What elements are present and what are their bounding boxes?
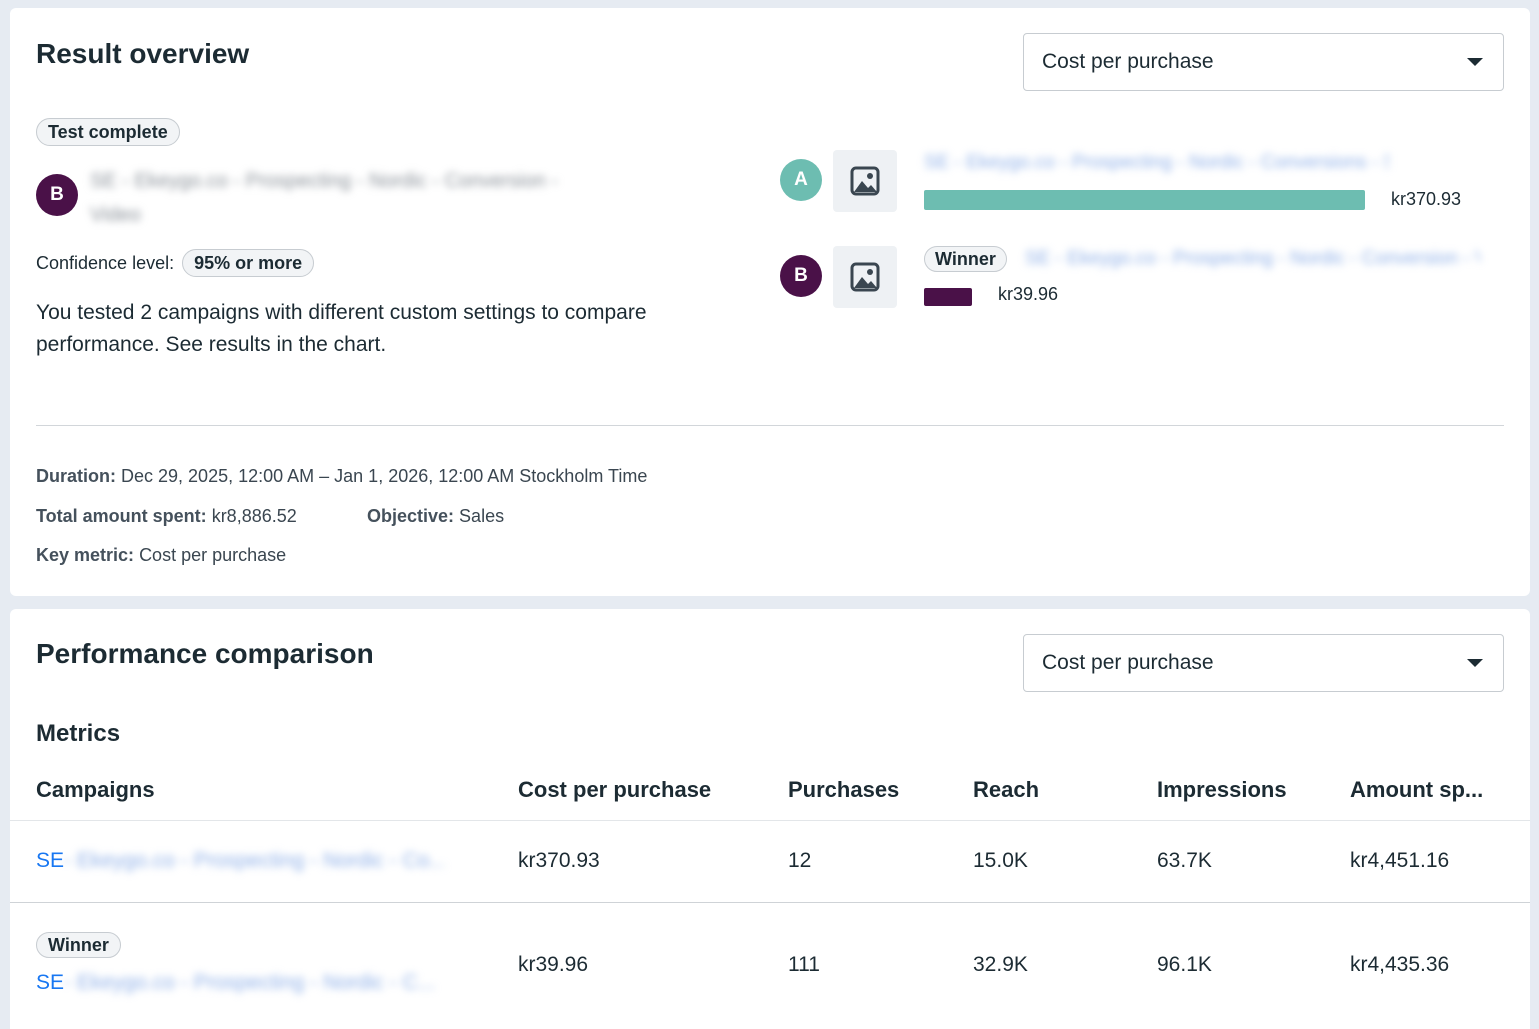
objective-value: Sales	[459, 506, 505, 526]
cost-per-purchase-cell: kr39.96	[518, 953, 589, 976]
campaign-link[interactable]: SE- Ekeygo.co - Prospecting - Nordic - C…	[36, 849, 444, 873]
duration-value: Dec 29, 2025, 12:00 AM – Jan 1, 2026, 12…	[121, 466, 648, 486]
duration-label: Duration:	[36, 466, 116, 486]
row-divider	[10, 902, 1530, 903]
header-divider	[10, 820, 1530, 821]
confidence-label: Confidence level:	[36, 252, 175, 273]
winner-campaign-name: SE - Ekeygo.co - Prospecting - Nordic - …	[90, 170, 558, 226]
result-metric-dropdown[interactable]: Cost per purchase	[1023, 33, 1504, 91]
col-reach[interactable]: Reach	[973, 777, 1039, 803]
reach-cell: 32.9K	[973, 953, 1028, 976]
campaign-avatar-b: B	[780, 255, 822, 297]
chart-value-label: kr370.93	[1391, 189, 1462, 209]
caret-down-icon	[1467, 659, 1483, 667]
campaign-link[interactable]: SE- Ekeygo.co - Prospecting - Nordic - C…	[36, 971, 444, 995]
performance-metric-dropdown[interactable]: Cost per purchase	[1023, 634, 1504, 692]
amount-spent-cell: kr4,435.36	[1350, 953, 1450, 976]
confidence-badge: 95% or more	[182, 249, 315, 277]
key-metric-row: Key metric: Cost per purchase	[36, 545, 286, 566]
purchases-cell: 111	[788, 953, 820, 976]
impressions-cell: 96.1K	[1157, 953, 1212, 976]
objective-row: Objective: Sales	[367, 506, 504, 527]
performance-metric-selected: Cost per purchase	[1042, 651, 1214, 674]
duration-row: Duration: Dec 29, 2025, 12:00 AM – Jan 1…	[36, 466, 647, 487]
metrics-heading: Metrics	[36, 720, 121, 747]
amount-spent-cell: kr4,451.16	[1350, 849, 1450, 872]
result-metric-selected: Cost per purchase	[1042, 50, 1214, 73]
spent-value: kr8,886.52	[211, 506, 297, 526]
result-overview-title: Result overview	[36, 38, 250, 69]
impressions-cell: 63.7K	[1157, 849, 1212, 872]
overview-divider	[36, 425, 1504, 426]
image-placeholder-icon	[833, 246, 897, 308]
winner-avatar: B	[36, 174, 78, 216]
chart-bar-b	[924, 288, 972, 306]
chart-campaign-name[interactable]: SE - Ekeygo.co - Prospecting - Nordic - …	[1025, 248, 1480, 270]
result-description: You tested 2 campaigns with different cu…	[36, 301, 647, 356]
status-badge: Test complete	[36, 118, 180, 146]
campaign-avatar-a: A	[780, 159, 822, 201]
result-overview-card: Result overview Cost per purchase Test c…	[10, 8, 1530, 596]
performance-title: Performance comparison	[36, 638, 374, 669]
chart-campaign-name[interactable]: SE - Ekeygo.co - Prospecting - Nordic - …	[924, 152, 1389, 174]
spent-row: Total amount spent: kr8,886.52	[36, 506, 297, 527]
image-placeholder-icon	[833, 150, 897, 212]
reach-cell: 15.0K	[973, 849, 1028, 872]
winner-badge: Winner	[924, 246, 1007, 272]
winner-badge: Winner	[36, 932, 121, 958]
caret-down-icon	[1467, 58, 1483, 66]
purchases-cell: 12	[788, 849, 812, 872]
objective-label: Objective:	[367, 506, 455, 526]
performance-comparison-card: Performance comparison Cost per purchase…	[10, 609, 1530, 1029]
key-metric-label: Key metric:	[36, 545, 135, 565]
chart-value-label: kr39.96	[998, 284, 1059, 304]
col-impressions[interactable]: Impressions	[1157, 777, 1287, 803]
col-campaigns[interactable]: Campaigns	[36, 777, 155, 803]
col-purchases[interactable]: Purchases	[788, 777, 899, 803]
col-amount-spent[interactable]: Amount sp...	[1350, 777, 1483, 803]
spent-label: Total amount spent:	[36, 506, 207, 526]
col-cost-per-purchase[interactable]: Cost per purchase	[518, 777, 711, 803]
confidence-row: Confidence level: 95% or more	[36, 249, 315, 277]
cost-per-purchase-cell: kr370.93	[518, 849, 600, 872]
key-metric-value: Cost per purchase	[139, 545, 287, 565]
chart-bar-a	[924, 190, 1365, 210]
